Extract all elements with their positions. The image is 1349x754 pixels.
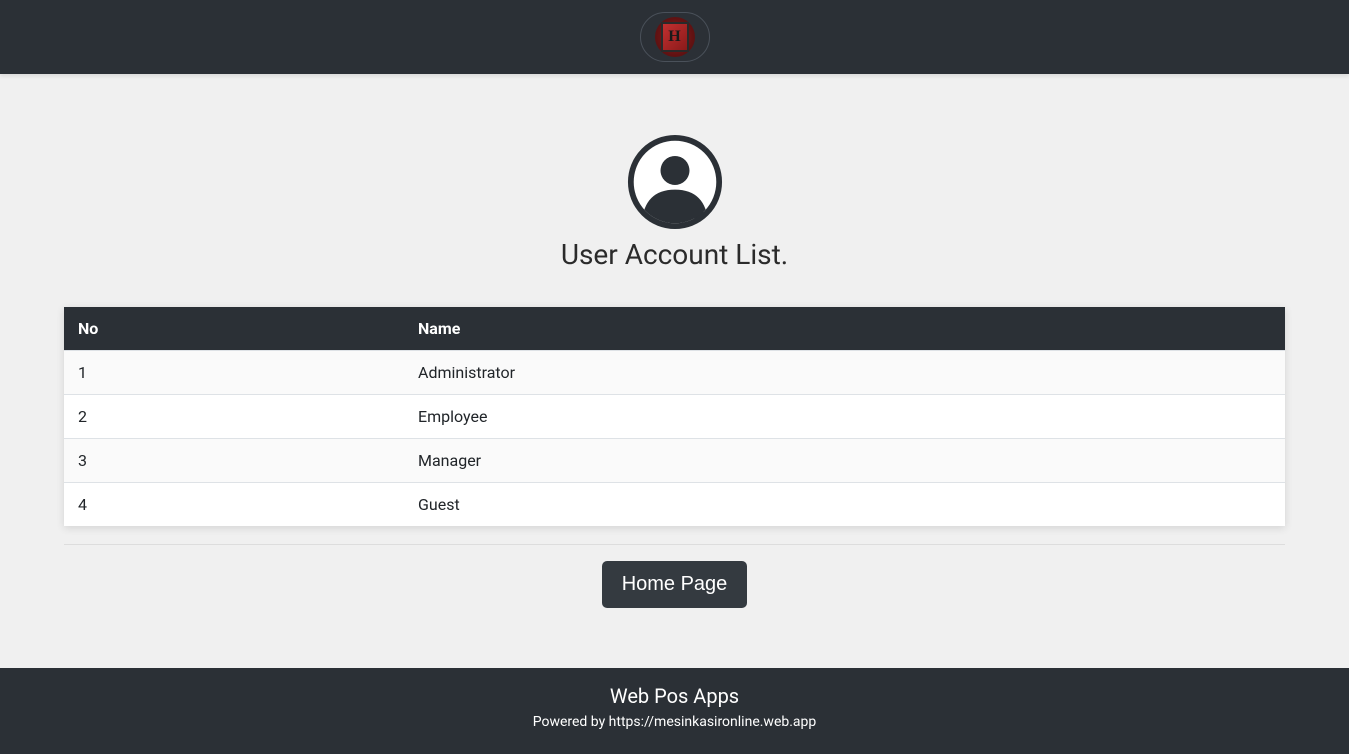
table-row: 3 Manager	[64, 439, 1285, 483]
cell-no: 2	[64, 395, 404, 439]
navbar: H	[0, 0, 1349, 74]
divider	[64, 544, 1285, 545]
page-title: User Account List.	[561, 238, 788, 271]
column-header-no: No	[64, 307, 404, 351]
cell-no: 4	[64, 483, 404, 527]
cell-no: 1	[64, 351, 404, 395]
user-table: No Name 1 Administrator 2 Employee 3 Man…	[64, 307, 1285, 526]
cell-no: 3	[64, 439, 404, 483]
user-circle-icon	[627, 134, 723, 230]
table-header-row: No Name	[64, 307, 1285, 351]
app-logo[interactable]: H	[640, 12, 710, 62]
main-content: User Account List. No Name 1 Administrat…	[0, 74, 1349, 668]
logo-icon: H	[655, 17, 695, 57]
footer-powered-by: Powered by https://mesinkasironline.web.…	[0, 714, 1349, 730]
cell-name: Administrator	[404, 351, 1285, 395]
cell-name: Guest	[404, 483, 1285, 527]
footer-title: Web Pos Apps	[0, 684, 1349, 708]
table-row: 1 Administrator	[64, 351, 1285, 395]
cell-name: Manager	[404, 439, 1285, 483]
table-row: 2 Employee	[64, 395, 1285, 439]
footer: Web Pos Apps Powered by https://mesinkas…	[0, 668, 1349, 754]
home-page-button[interactable]: Home Page	[602, 561, 748, 608]
logo-letter: H	[661, 22, 689, 52]
table-row: 4 Guest	[64, 483, 1285, 527]
user-table-wrapper: No Name 1 Administrator 2 Employee 3 Man…	[64, 307, 1285, 526]
cell-name: Employee	[404, 395, 1285, 439]
column-header-name: Name	[404, 307, 1285, 351]
